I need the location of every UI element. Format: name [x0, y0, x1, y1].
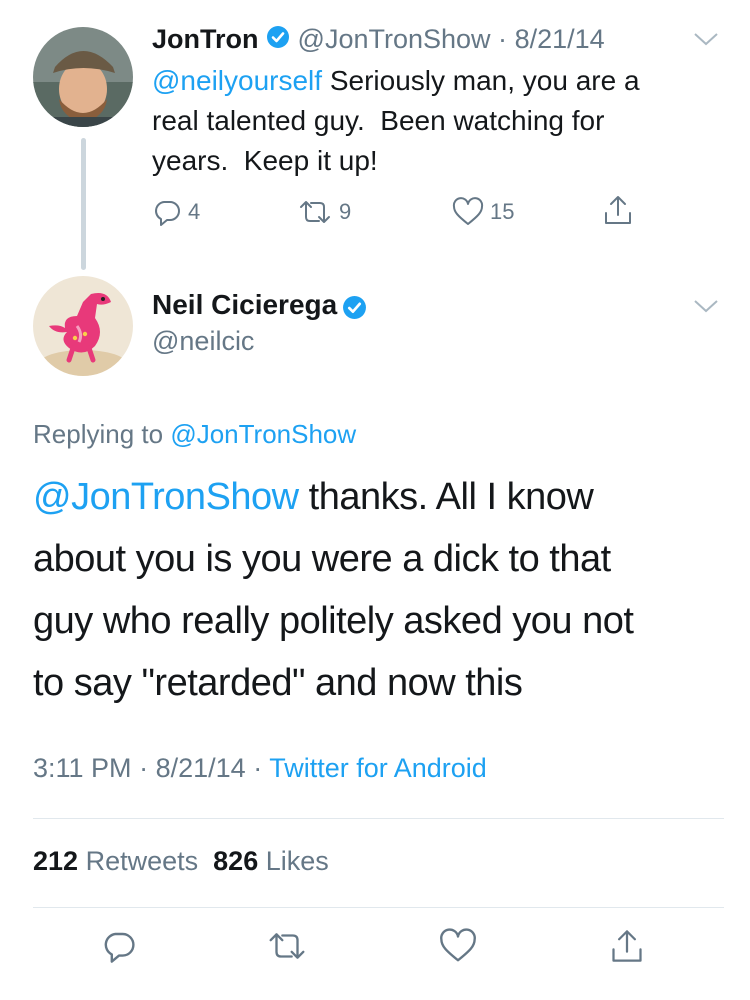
tweet1-share-button[interactable]	[602, 193, 634, 227]
retweet-count: 212	[33, 846, 79, 876]
tweet2-share-button[interactable]	[609, 926, 645, 971]
tweet1-reply-button[interactable]: 4	[152, 197, 200, 227]
tweet1-retweet-button[interactable]: 9	[297, 197, 351, 227]
likes-stat[interactable]: 826 Likes	[213, 846, 329, 876]
tweet2-source-link[interactable]: Twitter for Android	[269, 753, 487, 783]
heart-icon	[452, 197, 484, 225]
replying-prefix: Replying to	[33, 419, 171, 449]
tweet1-menu-chevron-icon[interactable]	[693, 31, 719, 52]
tweet1-retweet-count: 9	[339, 199, 352, 224]
tweet2-text-line3: guy who really politely asked you not	[33, 600, 634, 642]
tweet2-retweet-button[interactable]	[266, 928, 308, 969]
tweet2-author-handle[interactable]: @neilcic	[152, 326, 254, 357]
tweet1-header: JonTron @JonTronShow · 8/21/14	[152, 24, 605, 56]
tweet2-body: @JonTronShow thanks. All I know about yo…	[33, 466, 733, 714]
tweet1-reply-count: 4	[188, 199, 201, 224]
thread-line	[81, 138, 86, 270]
tweet2-text-line2: about you is you were a dick to that	[33, 538, 611, 580]
tweet2-reply-button[interactable]	[101, 928, 137, 969]
stats-divider-top	[33, 818, 724, 819]
replying-to-link[interactable]: @JonTronShow	[170, 419, 356, 449]
retweet-label: Retweets	[85, 846, 199, 876]
share-icon	[605, 196, 631, 224]
jontron-avatar[interactable]	[33, 27, 133, 127]
tweet1-text-line2: real talented guy. Been watching for	[152, 105, 605, 136]
tweet1-text-line3: years. Keep it up!	[152, 145, 378, 176]
like-label: Likes	[265, 846, 329, 876]
tweet2-meta-sep2: ·	[253, 753, 263, 783]
retweet-icon	[300, 201, 330, 223]
tweet1-author-name[interactable]: JonTron	[152, 24, 259, 54]
tweet1-date[interactable]: 8/21/14	[515, 24, 605, 54]
retweets-stat[interactable]: 212 Retweets	[33, 846, 198, 876]
tweet2-like-button[interactable]	[439, 928, 477, 969]
tweet1-mention-link[interactable]: @neilyourself	[152, 65, 322, 96]
tweet2-author-name[interactable]: Neil Cicierega	[152, 289, 337, 320]
tweet1-sep: ·	[498, 24, 508, 54]
neilcic-avatar[interactable]	[33, 276, 133, 376]
tweet2-stats: 212 Retweets 826 Likes	[33, 846, 329, 877]
tweet2-time[interactable]: 3:11 PM	[33, 753, 132, 783]
tweet2-meta-sep1: ·	[139, 753, 149, 783]
tweet1-body: @neilyourself Seriously man, you are a r…	[152, 61, 722, 181]
tweet1-text-line1: Seriously man, you are a	[329, 65, 640, 96]
retweet-icon	[269, 933, 305, 959]
tweet2-meta: 3:11 PM · 8/21/14 · Twitter for Android	[33, 753, 487, 784]
verified-icon	[266, 25, 290, 56]
like-count: 826	[213, 846, 259, 876]
heart-icon	[440, 928, 476, 962]
tweet2-mention-link[interactable]: @JonTronShow	[33, 476, 299, 518]
reply-icon	[155, 201, 180, 226]
tweet2-date[interactable]: 8/21/14	[156, 753, 246, 783]
verified-icon	[342, 295, 367, 325]
replying-to: Replying to @JonTronShow	[33, 419, 356, 450]
tweet2-author-name-row: Neil Cicierega	[152, 289, 367, 325]
tweet2-text-line4: to say "retarded" and now this	[33, 662, 523, 704]
reply-icon	[104, 932, 135, 963]
tweet1-author-handle[interactable]: @JonTronShow	[298, 24, 491, 54]
share-icon	[612, 930, 642, 962]
tweet1-like-button[interactable]: 15	[452, 197, 514, 227]
tweet2-action-bar	[0, 928, 750, 972]
stats-divider-bottom	[33, 907, 724, 908]
tweet1-actions: 4 9 15	[152, 196, 652, 231]
tweet1-like-count: 15	[490, 199, 515, 224]
tweet2-text-line1: thanks. All I know	[298, 476, 594, 518]
tweet2-menu-chevron-icon[interactable]	[693, 298, 719, 319]
